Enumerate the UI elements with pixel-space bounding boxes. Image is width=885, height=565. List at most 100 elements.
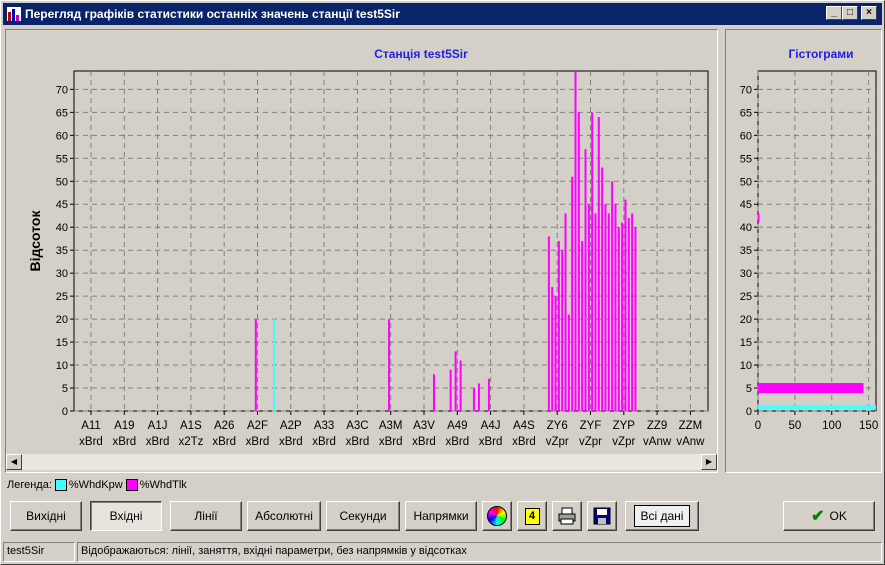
bar: [454, 351, 457, 411]
hist-tick-label-y: 55: [740, 153, 752, 165]
scroll-left-icon[interactable]: ◀: [6, 454, 22, 470]
tick-label-x-top: ZYF: [580, 420, 602, 432]
bar: [472, 388, 475, 411]
tick-label-x-top: A11: [81, 420, 101, 432]
all-data-button[interactable]: Всі дані: [625, 501, 699, 531]
tick-label-x-top: A26: [214, 420, 234, 432]
hist-tick-label-y: 15: [740, 337, 752, 349]
ok-button[interactable]: ✔ OK: [783, 501, 875, 531]
print-button[interactable]: [552, 501, 582, 531]
close-icon[interactable]: ×: [861, 6, 877, 20]
bar: [477, 383, 480, 411]
hist-tick-label-y: 65: [740, 107, 752, 119]
title-bar[interactable]: Перегляд графіків статистики останніх зн…: [3, 3, 882, 25]
bar: [594, 213, 597, 411]
status-bar: test5Sir Відображаються: лінії, заняття,…: [3, 542, 882, 562]
incoming-button[interactable]: Вхідні: [90, 501, 162, 531]
horizontal-scrollbar[interactable]: ◀ ▶: [6, 454, 717, 470]
lines-button[interactable]: Лінії: [170, 501, 242, 531]
status-message: Відображаються: лінії, заняття, вхідні п…: [77, 542, 882, 562]
bar: [614, 204, 617, 411]
tick-label-x-bottom: xBrd: [312, 436, 336, 448]
color-button[interactable]: [482, 501, 512, 531]
directions-button[interactable]: Напрямки: [405, 501, 477, 531]
save-button[interactable]: [587, 501, 617, 531]
window-title: Перегляд графіків статистики останніх зн…: [25, 7, 400, 21]
bar: [584, 149, 587, 412]
bar: [627, 218, 630, 411]
bar: [601, 167, 604, 411]
hist-tick-label-x: 50: [788, 420, 801, 432]
hist-tick-label-y: 35: [740, 245, 752, 257]
bar: [254, 319, 257, 411]
lines-label: Лінії: [194, 509, 218, 523]
tick-label-x-bottom: vAnw: [676, 436, 705, 448]
bar: [551, 286, 554, 411]
bar: [564, 213, 567, 411]
bar: [459, 360, 462, 411]
tick-label-x-bottom: xBrd: [445, 436, 469, 448]
bar: [561, 250, 564, 411]
hist-tick-label-y: 40: [740, 222, 752, 234]
tick-label-y: 50: [56, 176, 68, 188]
bar: [449, 369, 452, 411]
seconds-button[interactable]: Секунди: [326, 501, 400, 531]
floppy-disk-icon: [593, 507, 611, 525]
tick-label-x-bottom: xBrd: [512, 436, 536, 448]
tick-label-x-bottom: vAnw: [643, 436, 672, 448]
minimize-icon[interactable]: _: [826, 6, 842, 20]
tick-label-x-top: A2F: [247, 420, 268, 432]
legend: Легенда: %WhdKpw %WhdTlk: [7, 476, 187, 494]
tick-label-x-bottom: xBrd: [246, 436, 270, 448]
tick-label-x-bottom: xBrd: [412, 436, 436, 448]
tick-label-x-top: A4J: [481, 420, 501, 432]
tick-label-x-top: ZYP: [613, 420, 636, 432]
tick-label-y: 55: [56, 153, 68, 165]
status-station: test5Sir: [3, 542, 75, 562]
maximize-icon[interactable]: □: [842, 6, 858, 20]
label-button[interactable]: 4: [517, 501, 547, 531]
hist-tick-label-x: 100: [822, 420, 841, 432]
absolute-label: Абсолютні: [255, 509, 313, 523]
tick-label-x-bottom: xBrd: [212, 436, 236, 448]
tick-label-x-top: ZZ9: [647, 420, 667, 432]
outgoing-button[interactable]: Вихідні: [10, 501, 82, 531]
bar-chart-icon: [7, 7, 21, 21]
tick-label-x-top: A33: [314, 420, 334, 432]
hist-tick-label-y: 25: [740, 291, 752, 303]
y-axis-label: Відсоток: [27, 210, 43, 272]
bar: [611, 181, 614, 411]
tick-label-x-bottom: xBrd: [112, 436, 136, 448]
bar: [557, 241, 560, 411]
legend-swatch-tlk: [125, 479, 138, 491]
seconds-label: Секунди: [339, 509, 387, 523]
main-chart-panel: Станція test5Sir Відсоток 0 5 10 15 20 25 30 35 40…: [5, 29, 718, 473]
tick-label-x-bottom: xBrd: [146, 436, 170, 448]
tick-label-x-top: A2P: [280, 420, 302, 432]
tick-label-y: 10: [56, 360, 68, 372]
tick-label-y: 40: [56, 222, 68, 234]
tick-label-x-top: A1S: [180, 420, 202, 432]
bar: [587, 204, 590, 411]
bar: [273, 319, 276, 411]
color-wheel-icon: [487, 506, 507, 526]
bar: [631, 213, 634, 411]
tick-label-x-bottom: vZpr: [579, 436, 602, 448]
histogram-chart: Гістограми 0 5 10 15 20 25 30 35 40 45 50 55 60 65 70 0 5…: [740, 47, 878, 432]
histogram-panel: Гістограми 0 5 10 15 20 25 30 35 40 45 50 55 60 65 70 0 5…: [725, 29, 882, 473]
hist-tick-label-y: 0: [746, 406, 752, 418]
bar: [547, 236, 550, 411]
tick-label-y: 70: [56, 84, 68, 96]
bar: [554, 296, 557, 411]
bar: [388, 319, 391, 411]
tick-label-x-bottom: vZpr: [612, 436, 635, 448]
scroll-right-icon[interactable]: ▶: [701, 454, 717, 470]
hist-tick-label-y: 20: [740, 314, 752, 326]
absolute-button[interactable]: Абсолютні: [247, 501, 321, 531]
hist-tick-label-y: 70: [740, 84, 752, 96]
tick-label-x-top: A3V: [413, 420, 435, 432]
bar: [624, 199, 627, 411]
tick-label-y: 5: [62, 383, 68, 395]
ok-label: OK: [829, 509, 847, 523]
tick-label-x-bottom: xBrd: [379, 436, 403, 448]
